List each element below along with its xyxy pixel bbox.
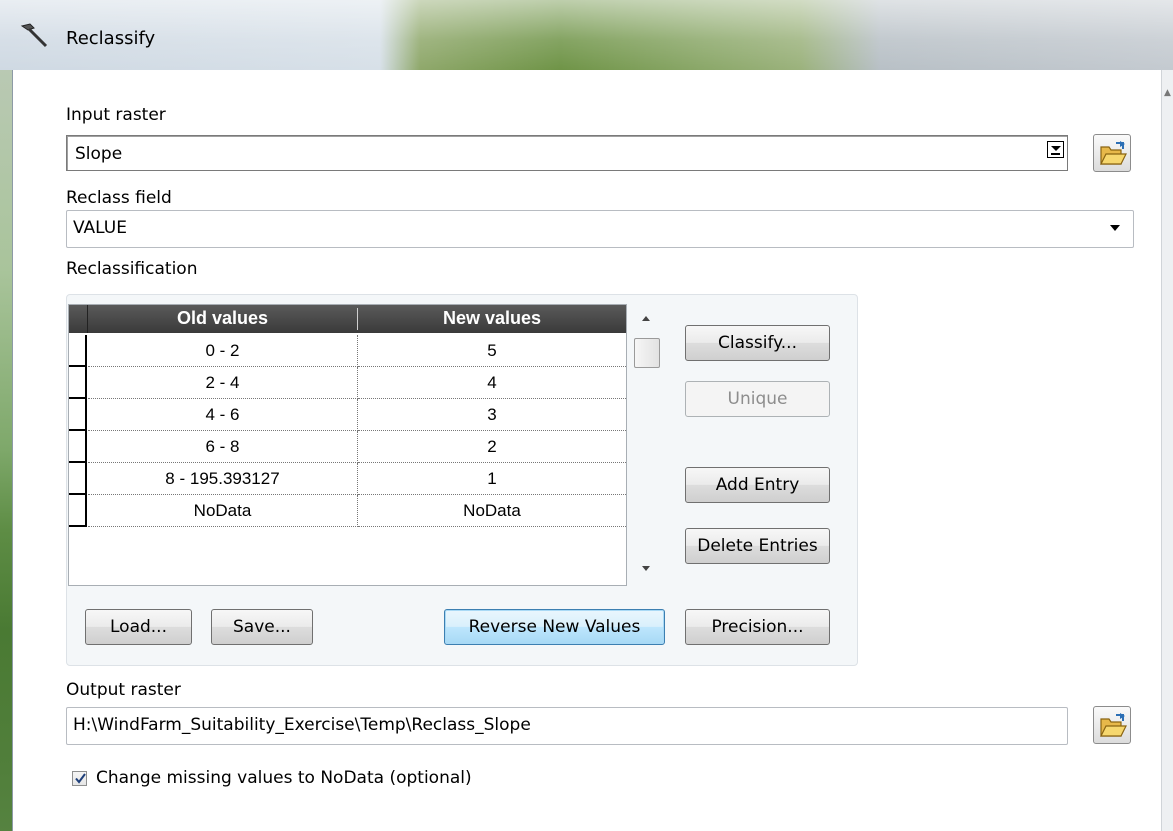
new-value-cell[interactable]: 2: [358, 431, 626, 463]
header-row-selector[interactable]: [69, 305, 88, 333]
load-button[interactable]: Load...: [85, 609, 192, 645]
title-bar[interactable]: Reclassify: [0, 0, 1173, 70]
output-raster-browse-button[interactable]: [1093, 706, 1131, 744]
table-header: Old values New values: [69, 305, 626, 333]
table-row[interactable]: 8 - 195.393127 1: [69, 463, 626, 495]
new-value-cell[interactable]: 3: [358, 399, 626, 431]
reclassification-label: Reclassification: [66, 259, 198, 279]
reclass-field-value: VALUE: [73, 218, 127, 238]
scroll-up-icon[interactable]: ▲: [1164, 88, 1171, 98]
row-selector[interactable]: [69, 495, 87, 527]
table-row[interactable]: NoData NoData: [69, 495, 626, 527]
panel-scrollbar[interactable]: ▲: [1161, 70, 1173, 831]
window-frame-left: [0, 70, 12, 831]
old-value-cell[interactable]: 8 - 195.393127: [88, 463, 358, 495]
output-raster-label: Output raster: [66, 680, 181, 700]
row-selector[interactable]: [69, 367, 87, 399]
missing-values-label[interactable]: Change missing values to NoData (optiona…: [96, 768, 472, 788]
output-raster-value: H:\WindFarm_Suitability_Exercise\Temp\Re…: [73, 715, 531, 735]
input-raster-value: Slope: [75, 144, 123, 164]
table-row[interactable]: 0 - 2 5: [69, 335, 626, 367]
folder-open-icon: [1100, 713, 1127, 737]
column-header-old-values[interactable]: Old values: [88, 308, 358, 330]
scroll-up-arrow-icon[interactable]: [642, 316, 650, 321]
reclass-table[interactable]: Old values New values 0 - 2 5 2 - 4 4 4 …: [68, 304, 627, 586]
row-selector[interactable]: [69, 463, 87, 495]
old-value-cell[interactable]: NoData: [88, 495, 358, 527]
missing-values-checkbox[interactable]: [72, 771, 87, 786]
reclass-field-label: Reclass field: [66, 188, 172, 208]
column-header-new-values[interactable]: New values: [358, 308, 626, 330]
input-raster-combo[interactable]: Slope: [66, 135, 1068, 171]
new-value-cell[interactable]: 4: [358, 367, 626, 399]
window-title: Reclassify: [66, 28, 156, 49]
output-raster-field[interactable]: H:\WindFarm_Suitability_Exercise\Temp\Re…: [66, 707, 1068, 745]
old-value-cell[interactable]: 0 - 2: [88, 335, 358, 367]
unique-button[interactable]: Unique: [685, 381, 830, 417]
input-raster-browse-button[interactable]: [1093, 134, 1131, 172]
new-value-cell[interactable]: 5: [358, 335, 626, 367]
reverse-new-values-button[interactable]: Reverse New Values: [444, 609, 665, 645]
add-entry-button[interactable]: Add Entry: [685, 467, 830, 503]
new-value-cell[interactable]: NoData: [358, 495, 626, 527]
table-scrollbar[interactable]: [632, 304, 662, 584]
old-value-cell[interactable]: 4 - 6: [88, 399, 358, 431]
hammer-icon: [16, 22, 50, 50]
reclass-field-select[interactable]: VALUE: [66, 210, 1134, 248]
precision-button[interactable]: Precision...: [685, 609, 830, 645]
scroll-down-arrow-icon[interactable]: [642, 566, 650, 571]
row-selector[interactable]: [69, 399, 87, 431]
classify-button[interactable]: Classify...: [685, 325, 830, 361]
folder-open-icon: [1100, 141, 1127, 165]
new-value-cell[interactable]: 1: [358, 463, 626, 495]
save-button[interactable]: Save...: [211, 609, 313, 645]
old-value-cell[interactable]: 2 - 4: [88, 367, 358, 399]
combo-dropdown-icon[interactable]: [1047, 141, 1064, 158]
checkmark-icon: [75, 773, 86, 784]
table-row[interactable]: 6 - 8 2: [69, 431, 626, 463]
table-row[interactable]: 4 - 6 3: [69, 399, 626, 431]
old-value-cell[interactable]: 6 - 8: [88, 431, 358, 463]
delete-entries-button[interactable]: Delete Entries: [685, 528, 830, 564]
row-selector[interactable]: [69, 335, 87, 367]
input-raster-label: Input raster: [66, 105, 166, 125]
chevron-down-icon: [1110, 225, 1120, 231]
table-row[interactable]: 2 - 4 4: [69, 367, 626, 399]
row-selector[interactable]: [69, 431, 87, 463]
scroll-thumb[interactable]: [634, 338, 660, 368]
